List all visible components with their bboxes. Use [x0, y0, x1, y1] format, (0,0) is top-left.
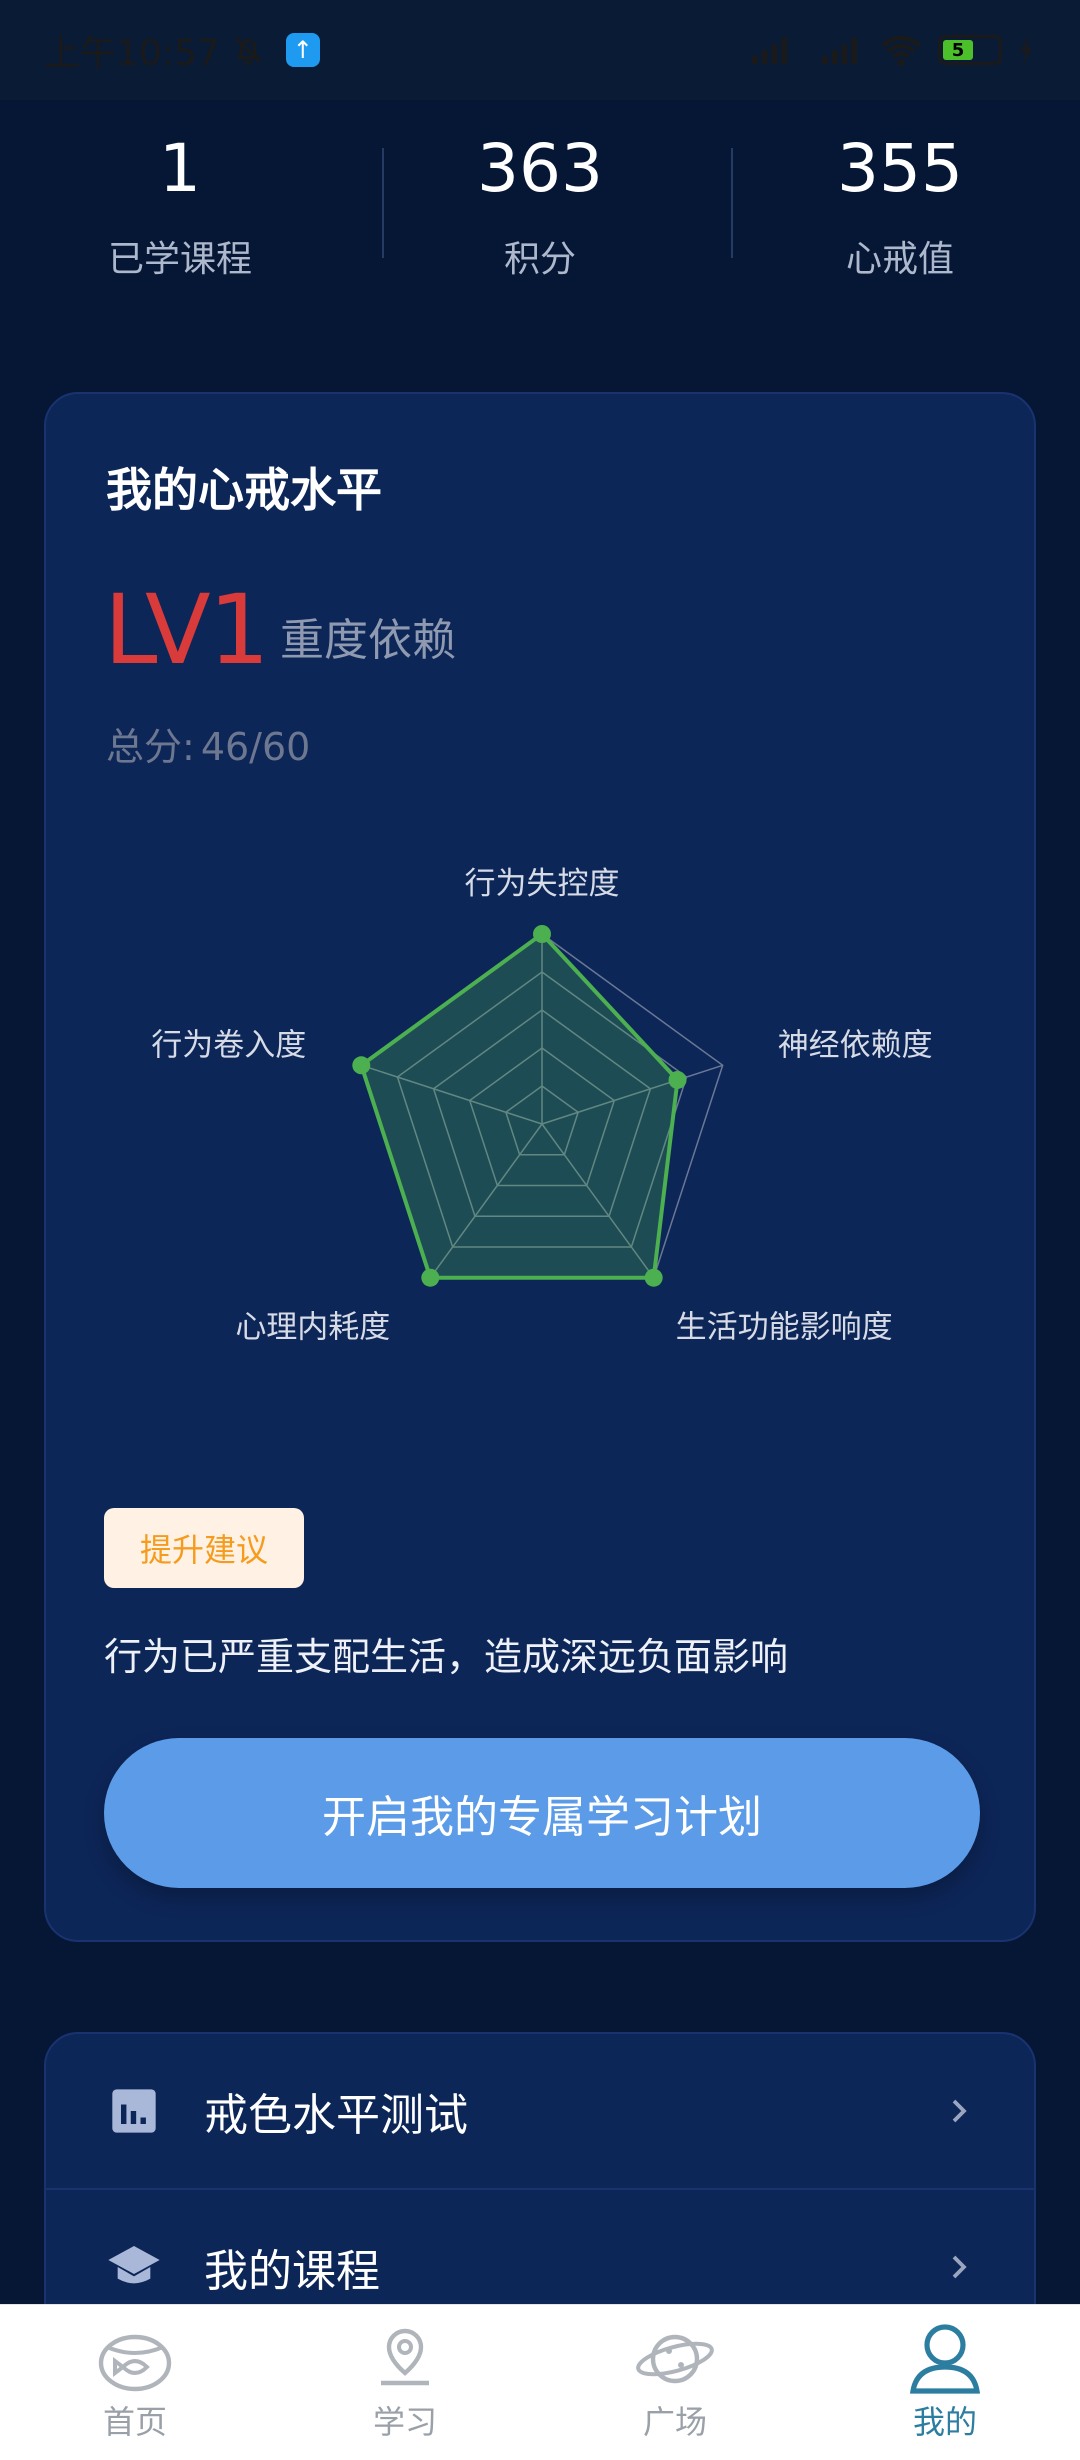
tab-label: 我的 — [912, 2402, 977, 2441]
signal-icon — [752, 37, 787, 64]
suggestion-tag: 提升建议 — [104, 1508, 304, 1588]
card-title: 我的心戒水平 — [106, 463, 382, 517]
start-plan-button[interactable]: 开启我的专属学习计划 — [104, 1738, 980, 1888]
upload-icon: ↑ — [285, 33, 320, 67]
radar-point — [644, 1268, 663, 1287]
planet-icon — [636, 2334, 714, 2383]
total-score-label: 总分: — [106, 725, 195, 769]
tab-label: 首页 — [102, 2402, 167, 2441]
map-pin-icon — [381, 2328, 429, 2385]
tab-label: 学习 — [372, 2402, 437, 2441]
status-time: 上午10:57 — [44, 33, 220, 74]
level-badge: LV1 — [104, 574, 270, 686]
charging-icon — [1020, 34, 1032, 66]
stat-value: 363 — [477, 130, 603, 207]
chevron-right-icon — [952, 2255, 967, 2279]
menu-item-label: 戒色水平测试 — [204, 2090, 468, 2141]
wifi-icon — [881, 35, 921, 67]
bell-muted-icon — [234, 36, 261, 65]
stats-row: 1 已学课程 363 积分 355 心戒值 — [0, 120, 1080, 281]
radar-score-area — [358, 931, 680, 1280]
tab-square[interactable]: 广场 — [540, 2305, 810, 2460]
stat-heart-value[interactable]: 355 心戒值 — [720, 120, 1080, 281]
signal-icon — [822, 37, 857, 64]
radar-axis-label: 心理内耗度 — [235, 1310, 390, 1346]
menu-item-level-test[interactable]: 戒色水平测试 — [46, 2034, 1034, 2190]
graduation-cap-icon — [106, 2239, 162, 2295]
user-icon — [909, 2323, 981, 2394]
battery-level: 5 — [943, 40, 973, 61]
menu-item-label: 我的课程 — [204, 2246, 380, 2297]
total-score-value: 46/60 — [200, 725, 311, 769]
bottom-tab-bar: 首页 学习 广场 我的 — [0, 2304, 1080, 2460]
level-card: 我的心戒水平 LV1 重度依赖 总分: 46/60 行为失控度 神经依赖度 生活功… — [44, 392, 1036, 1942]
stat-label: 心戒值 — [845, 239, 954, 280]
radar-point — [352, 1056, 371, 1075]
page: 上午10:57 ↑ 5 1 已学课程 363 积分 355 心戒值 我的心戒水平… — [0, 0, 1080, 2460]
radar-axis-label: 行为卷入度 — [151, 1027, 306, 1063]
stat-label: 已学课程 — [107, 239, 252, 280]
stat-divider — [382, 148, 384, 258]
radar-axis-label: 生活功能影响度 — [676, 1310, 893, 1346]
advice-text: 行为已严重支配生活，造成深远负面影响 — [104, 1635, 789, 1679]
bar-chart-icon — [106, 2083, 162, 2139]
status-right: 5 — [738, 33, 1036, 67]
status-bar: 上午10:57 ↑ 5 — [0, 0, 1080, 100]
stat-value: 1 — [159, 130, 201, 207]
stat-label: 积分 — [503, 239, 576, 280]
radar-axis-label: 行为失控度 — [465, 866, 620, 902]
battery-icon: 5 — [938, 35, 1002, 65]
fishbowl-icon — [98, 2334, 172, 2391]
stat-points[interactable]: 363 积分 — [360, 120, 720, 281]
radar-point — [668, 1070, 687, 1089]
radar-axis-label: 神经依赖度 — [778, 1027, 933, 1063]
level-description: 重度依赖 — [280, 615, 456, 666]
tab-label: 广场 — [642, 2402, 707, 2441]
chevron-right-icon — [952, 2099, 967, 2123]
tab-study[interactable]: 学习 — [270, 2305, 540, 2460]
stat-value: 355 — [837, 130, 963, 207]
radar-chart: 行为失控度 神经依赖度 生活功能影响度 心理内耗度 行为卷入度 — [151, 866, 933, 1346]
tab-mine[interactable]: 我的 — [810, 2305, 1080, 2460]
radar-point — [421, 1268, 440, 1287]
total-score: 总分: 46/60 — [106, 716, 310, 771]
stat-courses[interactable]: 1 已学课程 — [0, 120, 360, 281]
radar-point — [533, 925, 551, 943]
stat-divider — [731, 148, 733, 258]
tab-home[interactable]: 首页 — [0, 2305, 270, 2460]
